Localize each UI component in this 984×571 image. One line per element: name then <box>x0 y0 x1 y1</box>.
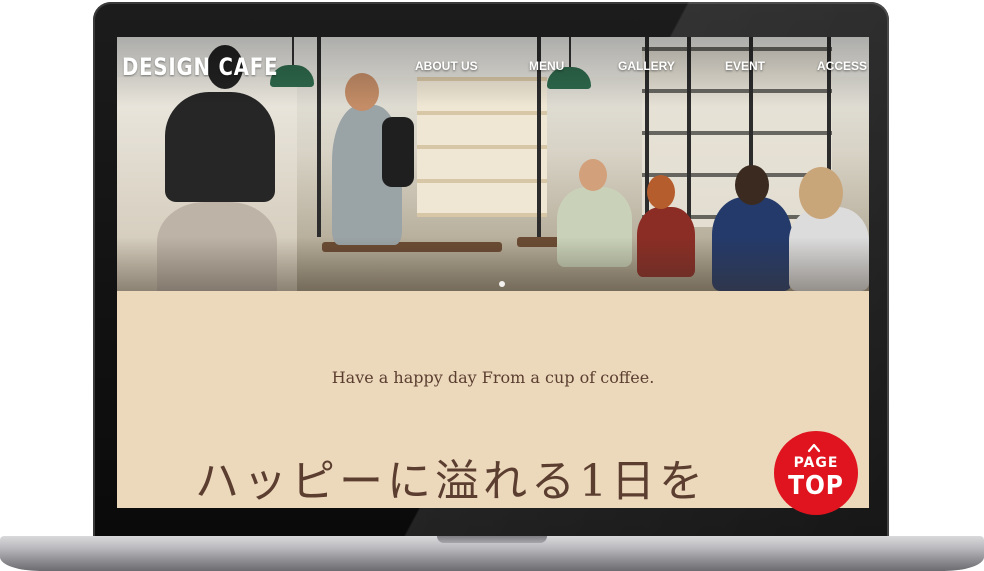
website-screen: DESIGN CAFE ABOUT US MENU GALLERY EVENT … <box>117 37 869 508</box>
page-top-label-big: TOP <box>788 471 844 501</box>
page-top-button[interactable]: PAGE TOP <box>774 431 858 515</box>
person <box>165 92 275 202</box>
nav-item-about-us[interactable]: ABOUT US <box>415 59 478 73</box>
tagline: Have a happy day From a cup of coffee. <box>331 368 655 387</box>
nav-item-gallery[interactable]: GALLERY <box>618 59 675 73</box>
chevron-up-icon <box>807 443 821 453</box>
main-nav: ABOUT US MENU GALLERY EVENT ACCESS <box>117 59 869 75</box>
headline-japanese: ハッピーに溢れる1日を <box>195 456 707 507</box>
laptop-notch <box>437 536 547 543</box>
backpack <box>382 117 414 187</box>
laptop-base <box>0 536 984 571</box>
nav-item-menu[interactable]: MENU <box>529 59 564 73</box>
nav-item-access[interactable]: ACCESS <box>817 59 867 73</box>
nav-item-event[interactable]: EVENT <box>725 59 765 73</box>
page-top-label-small: PAGE <box>793 455 839 471</box>
hero-image: DESIGN CAFE ABOUT US MENU GALLERY EVENT … <box>117 37 869 291</box>
slider-indicator-dot[interactable] <box>499 281 505 287</box>
